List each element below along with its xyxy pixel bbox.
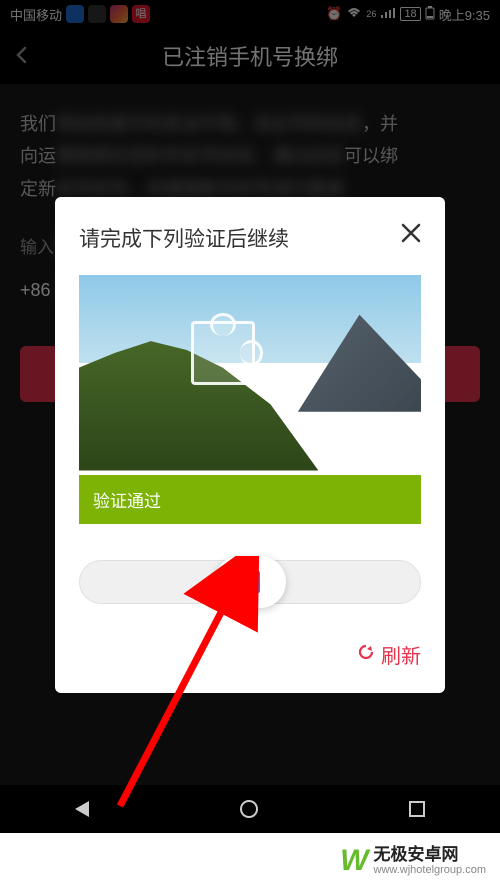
modal-overlay: 请完成下列验证后继续 验证通过 刷新 — [0, 0, 500, 889]
captcha-image — [79, 275, 421, 475]
refresh-icon — [357, 643, 375, 666]
captcha-title: 请完成下列验证后继续 — [79, 223, 421, 253]
puzzle-piece-icon — [191, 321, 255, 385]
captcha-dialog: 请完成下列验证后继续 验证通过 刷新 — [55, 197, 445, 693]
nav-home-icon[interactable] — [240, 800, 258, 818]
captcha-refresh[interactable]: 刷新 — [79, 640, 421, 669]
captcha-slider-handle[interactable] — [214, 556, 286, 608]
watermark-logo-icon: W — [340, 844, 365, 878]
watermark: W 无极安卓网 www.wjhotelgroup.com — [0, 833, 500, 889]
close-button[interactable] — [399, 221, 423, 248]
nav-recent-icon[interactable] — [409, 801, 425, 817]
android-nav-bar — [0, 785, 500, 833]
watermark-url: www.wjhotelgroup.com — [374, 864, 487, 876]
nav-back-icon[interactable] — [75, 801, 89, 817]
refresh-label: 刷新 — [381, 640, 421, 669]
captcha-slider-track[interactable] — [79, 560, 421, 604]
captcha-success-banner: 验证通过 — [79, 475, 421, 524]
watermark-brand: 无极安卓网 — [374, 846, 487, 865]
